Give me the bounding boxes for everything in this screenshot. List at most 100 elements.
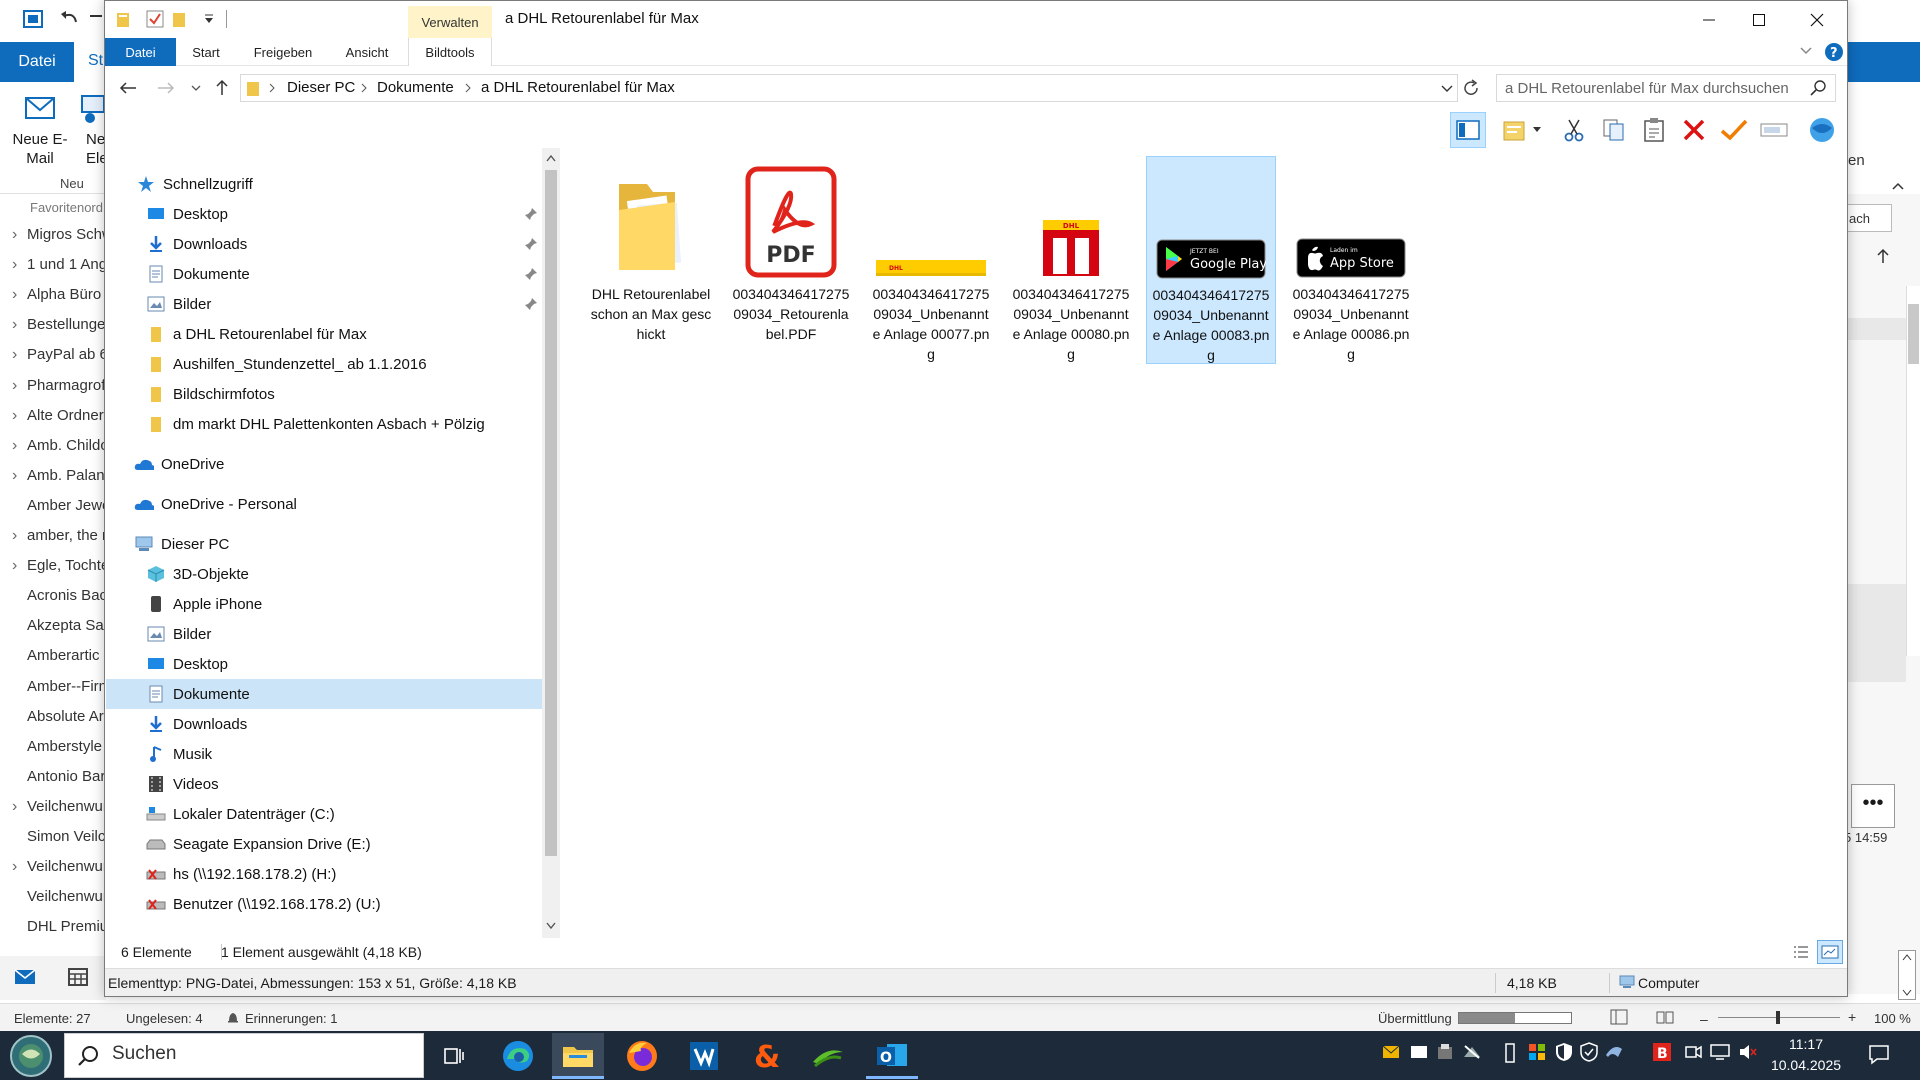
breadcrumb-this-pc[interactable]: Dieser PC <box>287 79 355 96</box>
notifications-icon[interactable] <box>1868 1043 1890 1065</box>
start-button[interactable] <box>8 1033 54 1079</box>
tab-start[interactable]: Start <box>176 38 236 66</box>
expand-ribbon-icon[interactable] <box>1798 44 1814 58</box>
expand-chevron-icon[interactable]: › <box>12 467 17 485</box>
expand-chevron-icon[interactable]: › <box>12 377 17 395</box>
nav-onedrive[interactable]: OneDrive <box>134 450 224 478</box>
firefox-icon[interactable] <box>616 1033 668 1079</box>
outlook-tab-file[interactable]: Datei <box>0 42 74 82</box>
expand-chevron-icon[interactable]: › <box>12 527 17 545</box>
maximize-button[interactable] <box>1730 2 1788 38</box>
pin-icon[interactable] <box>524 207 538 221</box>
scroll-down-icon[interactable] <box>546 922 556 930</box>
task-view-icon[interactable] <box>428 1033 480 1079</box>
nav-pc-drive-u[interactable]: Benutzer (\\192.168.178.2) (U:) <box>146 890 381 918</box>
apply-check-icon[interactable] <box>1716 112 1752 148</box>
forward-arrow-icon[interactable] <box>156 80 176 96</box>
zoom-in-button[interactable]: + <box>1848 1009 1856 1025</box>
nav-pc-drive-c[interactable]: Lokaler Datenträger (C:) <box>146 800 335 828</box>
view-options-dropdown-icon[interactable] <box>1530 112 1544 148</box>
windows-tray-icon[interactable] <box>1410 1043 1428 1061</box>
breadcrumb-chevron-icon[interactable] <box>268 82 276 94</box>
scroll-arrows-icon[interactable] <box>1898 950 1916 1000</box>
breadcrumb-chevron-icon[interactable] <box>464 82 472 94</box>
nav-pc-downloads[interactable]: Downloads <box>146 710 247 738</box>
qat-dropdown-icon[interactable] <box>204 12 214 26</box>
sync-tray-icon[interactable] <box>1604 1043 1624 1061</box>
calendar-nav-icon[interactable] <box>68 968 88 986</box>
nav-quick-folder[interactable]: dm markt DHL Palettenkonten Asbach + Pöl… <box>146 410 485 438</box>
shield-icon[interactable] <box>1555 1042 1573 1062</box>
nav-pc-documents[interactable]: Dokumente <box>146 680 250 708</box>
cut-icon[interactable] <box>1556 112 1592 148</box>
edge-icon[interactable] <box>492 1033 544 1079</box>
arrange-dropdown[interactable]: ach <box>1844 204 1892 232</box>
usb-tray-icon[interactable] <box>1504 1043 1516 1063</box>
preview-pane-button[interactable] <box>1450 112 1486 148</box>
expand-chevron-icon[interactable]: › <box>12 346 17 364</box>
new-email-button[interactable]: Neue E-Mail <box>10 90 70 170</box>
green-app-icon[interactable] <box>802 1033 854 1079</box>
taskbar-clock[interactable]: 11:17 10.04.2025 <box>1766 1034 1846 1076</box>
nav-pc-music[interactable]: Musik <box>146 740 212 768</box>
details-view-icon[interactable] <box>1791 942 1811 962</box>
breadcrumb-current-folder[interactable]: a DHL Retourenlabel für Max <box>481 79 675 96</box>
message-list-row[interactable] <box>1844 318 1906 340</box>
nav-pc-drive-e[interactable]: Seagate Expansion Drive (E:) <box>146 830 371 858</box>
breadcrumb-documents[interactable]: Dokumente <box>377 79 454 96</box>
nav-quick-desktop[interactable]: Desktop <box>146 200 228 228</box>
banking-app-icon[interactable] <box>678 1033 730 1079</box>
nav-quick-documents[interactable]: Dokumente <box>146 260 250 288</box>
file-item-app-store[interactable]: Laden im App Store 00340434641727509034_U… <box>1286 156 1416 364</box>
nav-quick-pictures[interactable]: Bilder <box>146 290 211 318</box>
zoom-slider[interactable] <box>1718 1011 1840 1024</box>
back-arrow-icon[interactable] <box>118 80 138 96</box>
file-item-dhl-banner[interactable]: DHL 00340434641727509034_Unbenannte Anla… <box>866 156 996 364</box>
display-tray-icon[interactable] <box>1710 1043 1730 1061</box>
tab-file[interactable]: Datei <box>105 38 176 66</box>
nav-pc-drive-h[interactable]: hs (\\192.168.178.2) (H:) <box>146 860 336 888</box>
ampersand-app-icon[interactable]: & <box>740 1033 792 1079</box>
file-explorer-taskbar-icon[interactable] <box>552 1033 604 1079</box>
scroll-up-icon[interactable] <box>546 154 556 162</box>
printer-tray-icon[interactable] <box>1436 1043 1454 1061</box>
up-arrow-icon[interactable] <box>214 78 230 96</box>
camera-tray-icon[interactable] <box>1684 1043 1702 1061</box>
mail-tray-icon[interactable] <box>1382 1045 1400 1059</box>
expand-chevron-icon[interactable]: › <box>12 226 17 244</box>
outlook-taskbar-icon[interactable]: O <box>866 1033 918 1079</box>
delete-icon[interactable] <box>1676 112 1712 148</box>
nav-pc-iphone[interactable]: Apple iPhone <box>146 590 262 618</box>
view-options-button[interactable] <box>1496 112 1532 148</box>
zoom-out-button[interactable]: – <box>1700 1011 1708 1027</box>
mail-nav-icon[interactable] <box>14 968 36 986</box>
pin-icon[interactable] <box>524 237 538 251</box>
properties-check-icon[interactable] <box>146 10 164 28</box>
sort-arrow-icon[interactable] <box>1876 248 1890 264</box>
expand-chevron-icon[interactable]: › <box>12 557 17 575</box>
file-item-google-play[interactable]: JETZT BEI Google Play 0034043464172750903… <box>1146 156 1276 364</box>
nav-quick-folder[interactable]: Aushilfen_Stundenzettel_ ab 1.1.2016 <box>146 350 427 378</box>
folder-small-icon[interactable] <box>116 10 130 28</box>
nav-quick-downloads[interactable]: Downloads <box>146 230 247 258</box>
expand-chevron-icon[interactable]: › <box>12 286 17 304</box>
nav-this-pc[interactable]: Dieser PC <box>134 530 229 558</box>
outlook-tab-start[interactable]: St <box>74 42 106 82</box>
refresh-icon[interactable] <box>1462 79 1480 97</box>
tab-share[interactable]: Freigeben <box>240 38 326 66</box>
nav-onedrive-personal[interactable]: OneDrive - Personal <box>134 490 297 518</box>
nav-quick-folder[interactable]: Bildschirmfotos <box>146 380 275 408</box>
rename-icon[interactable] <box>1756 112 1792 148</box>
message-list-scrollbar[interactable] <box>1906 286 1920 656</box>
tab-picture-tools[interactable]: Bildtools <box>408 38 492 66</box>
defender-tray-icon[interactable] <box>1528 1043 1546 1061</box>
copy-icon[interactable] <box>1596 112 1632 148</box>
volume-muted-icon[interactable] <box>1738 1043 1758 1061</box>
nav-pc-desktop[interactable]: Desktop <box>146 650 228 678</box>
reading-view-icon[interactable] <box>1656 1009 1674 1025</box>
security-tray-icon[interactable] <box>1580 1042 1598 1062</box>
file-item-dhl-box[interactable]: DHL 00340434641727509034_Unbenannte Anla… <box>1006 156 1136 364</box>
network-tray-icon[interactable] <box>1462 1043 1482 1061</box>
expand-chevron-icon[interactable]: › <box>12 798 17 816</box>
nav-pc-pictures[interactable]: Bilder <box>146 620 211 648</box>
